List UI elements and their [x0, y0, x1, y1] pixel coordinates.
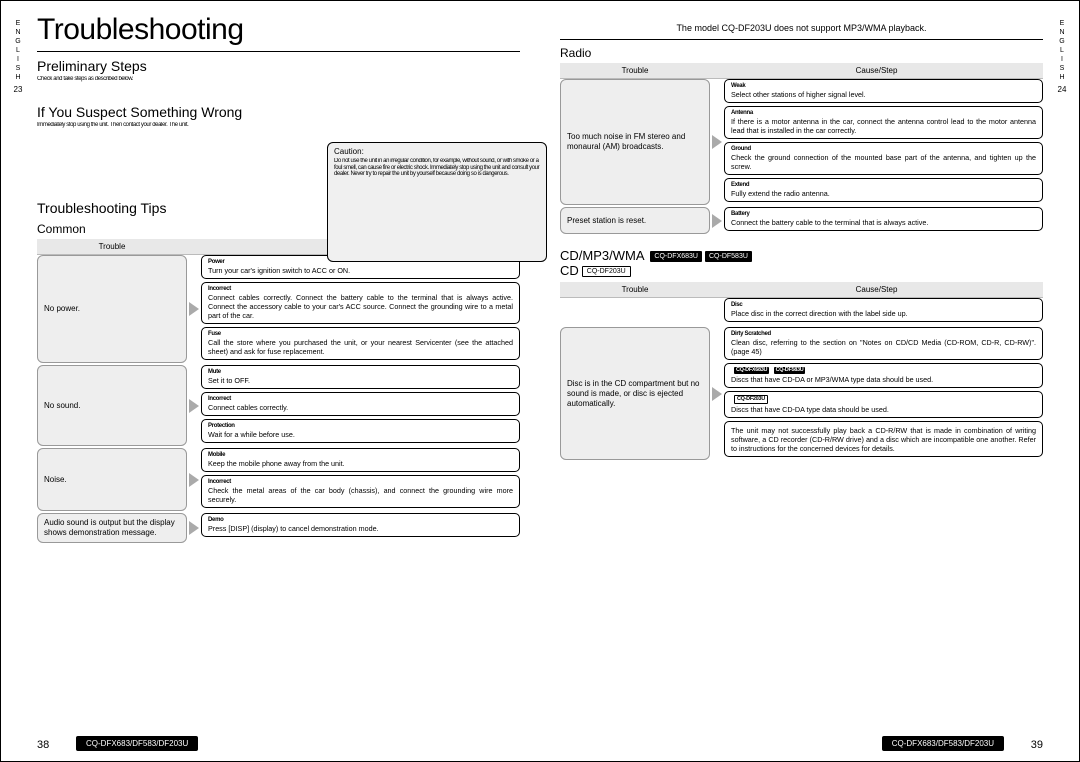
- step-box: ExtendFully extend the radio antenna.: [724, 178, 1043, 202]
- caution-box: Caution: Do not use the unit in an irreg…: [327, 142, 547, 262]
- step-box: Dirty ScratchedClean disc, referring to …: [724, 327, 1043, 360]
- arrow-icon: [710, 327, 724, 460]
- table-row: No power.PowerTurn your car's ignition s…: [37, 255, 520, 363]
- prelim-body: Check and take steps as described below.: [37, 76, 237, 90]
- table-row: Audio sound is output but the display sh…: [37, 513, 520, 543]
- lang-tab-left: ENGLISH 23: [11, 19, 25, 94]
- trouble-cell: Disc is in the CD compartment but no sou…: [560, 327, 710, 460]
- sec-cd: CD/MP3/WMA CQ-DFX683UCQ-DF583U CDCQ-DF20…: [560, 248, 1043, 278]
- tbl-header-radio: Trouble Cause/Step: [560, 63, 1043, 79]
- lang-tab-right: ENGLISH 24: [1055, 19, 1069, 94]
- arrow-icon: [187, 255, 201, 363]
- trouble-cell: No sound.: [37, 365, 187, 446]
- trouble-cell: Too much noise in FM stereo and monaural…: [560, 79, 710, 205]
- step-box: BatteryConnect the battery cable to the …: [724, 207, 1043, 231]
- step-box: FuseCall the store where you purchased t…: [201, 327, 520, 360]
- step-box: CQ-DFX683U CQ-DF583UDiscs that have CD-D…: [724, 363, 1043, 388]
- tbl-header-cd: Trouble Cause/Step: [560, 282, 1043, 298]
- suspect-body: Immediately stop using the unit. Then co…: [37, 122, 257, 182]
- step-box: GroundCheck the ground connection of the…: [724, 142, 1043, 175]
- trouble-cell: Preset station is reset.: [560, 207, 710, 234]
- step-box: AntennaIf there is a motor antenna in th…: [724, 106, 1043, 139]
- step-box: CQ-DF203UDiscs that have CD-DA type data…: [724, 391, 1043, 418]
- sec-suspect: If You Suspect Something Wrong: [37, 104, 520, 120]
- table-row: Preset station is reset. BatteryConnect t…: [560, 207, 1043, 234]
- footer-models-right: CQ-DFX683/DF583/DF203U: [882, 736, 1004, 751]
- step-box: IncorrectCheck the metal areas of the ca…: [201, 475, 520, 508]
- table-row: DiscPlace disc in the correct direction …: [560, 298, 1043, 325]
- table-row: No sound. MuteSet it to OFF. IncorrectConn…: [37, 365, 520, 446]
- table-row: Disc is in the CD compartment but no sou…: [560, 327, 1043, 460]
- step-box: IncorrectConnect cables correctly. Conne…: [201, 282, 520, 324]
- step-box: IncorrectConnect cables correctly.: [201, 392, 520, 416]
- sec-preliminary: Preliminary Steps: [37, 58, 520, 74]
- step-box: The unit may not successfully play back …: [724, 421, 1043, 457]
- step-box: MobileKeep the mobile phone away from th…: [201, 448, 520, 472]
- arrow-icon: [187, 513, 201, 543]
- trouble-cell: Audio sound is output but the display sh…: [37, 513, 187, 543]
- footer-models-left: CQ-DFX683/DF583/DF203U: [76, 736, 198, 751]
- step-box: DiscPlace disc in the correct direction …: [724, 298, 1043, 322]
- page-title: Troubleshooting: [37, 13, 520, 47]
- table-row: Too much noise in FM stereo and monaural…: [560, 79, 1043, 205]
- arrow-icon: [710, 207, 724, 234]
- page-number-right: 39: [1031, 739, 1043, 751]
- trouble-cell: No power.: [37, 255, 187, 363]
- arrow-icon: [187, 365, 201, 446]
- step-box: WeakSelect other stations of higher sign…: [724, 79, 1043, 103]
- arrow-icon: [710, 79, 724, 205]
- sec-radio: Radio: [560, 46, 1043, 60]
- trouble-cell: Noise.: [37, 448, 187, 511]
- top-note: The model CQ-DF203U does not support MP3…: [560, 23, 1043, 33]
- arrow-icon: [187, 448, 201, 511]
- page-number-left: 38: [37, 739, 49, 751]
- step-box: DemoPress [DISP] (display) to cancel dem…: [201, 513, 520, 537]
- step-box: MuteSet it to OFF.: [201, 365, 520, 389]
- step-box: ProtectionWait for a while before use.: [201, 419, 520, 443]
- table-row: Noise. MobileKeep the mobile phone away f…: [37, 448, 520, 511]
